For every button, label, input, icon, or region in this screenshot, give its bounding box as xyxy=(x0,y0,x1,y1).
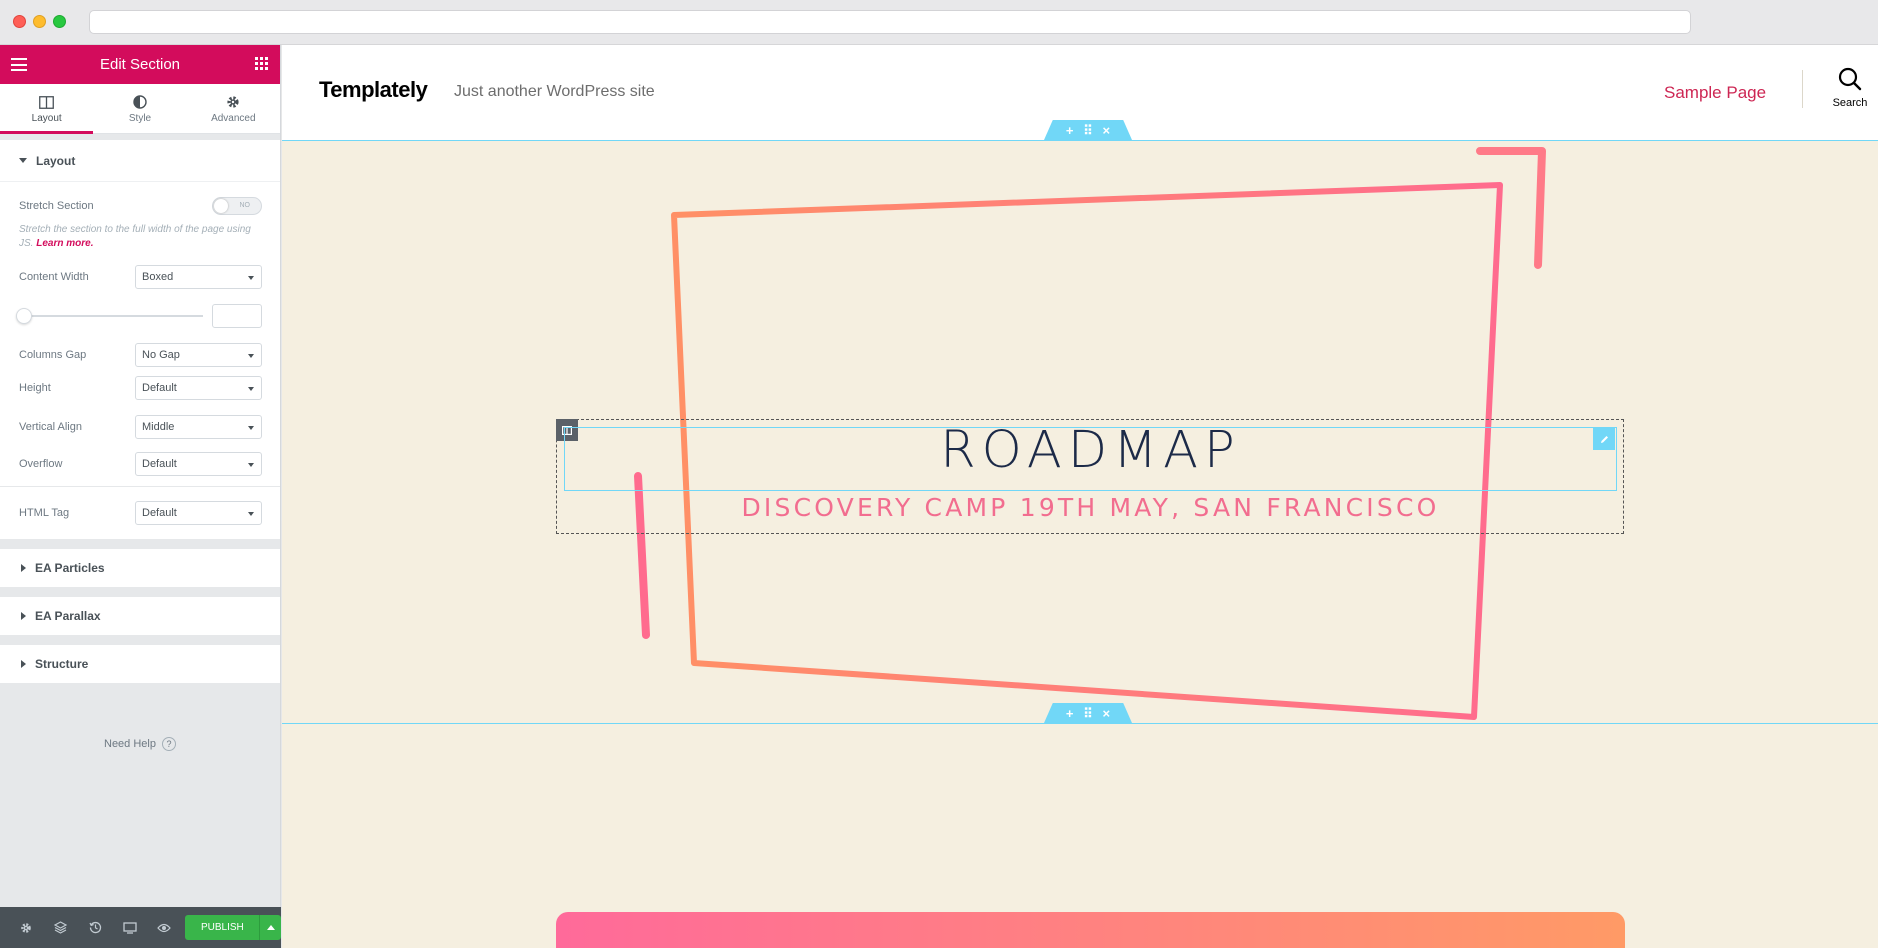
content-width-input[interactable] xyxy=(212,304,262,328)
structure-title: Structure xyxy=(35,657,89,671)
tab-layout[interactable]: Layout xyxy=(0,84,94,134)
section-handle-bottom[interactable]: + ⠿ × xyxy=(1044,703,1132,723)
site-tagline: Just another WordPress site xyxy=(454,83,655,100)
publish-button[interactable]: PUBLISH xyxy=(185,915,260,940)
preview-eye-icon[interactable] xyxy=(147,907,181,948)
tab-advanced[interactable]: Advanced xyxy=(187,84,280,133)
tab-layout-label: Layout xyxy=(31,113,62,124)
gear-icon xyxy=(187,93,280,111)
section-handle-top[interactable]: + ⠿ × xyxy=(1044,120,1132,140)
edit-widget-button[interactable] xyxy=(1593,428,1615,450)
caret-right-icon xyxy=(21,612,26,620)
close-window-button[interactable] xyxy=(13,15,26,28)
widgets-grid-icon[interactable] xyxy=(255,57,268,70)
tab-style[interactable]: Style xyxy=(93,84,186,133)
caret-down-icon xyxy=(19,158,27,163)
panel-header: Edit Section xyxy=(0,45,280,84)
layout-section-title: Layout xyxy=(36,153,76,168)
need-help-label: Need Help xyxy=(104,738,156,750)
hero-subheading[interactable]: DISCOVERY CAMP 19TH MAY, SAN FRANCISCO xyxy=(564,493,1617,522)
publish-options-button[interactable] xyxy=(259,915,281,940)
navigator-layers-icon[interactable] xyxy=(43,907,77,948)
toggle-state-text: NO xyxy=(239,201,251,209)
settings-icon[interactable] xyxy=(9,907,43,948)
panel-title: Edit Section xyxy=(99,56,181,73)
content-width-select[interactable]: Boxed xyxy=(135,265,262,289)
address-bar[interactable] xyxy=(89,10,1691,34)
stretch-section-label: Stretch Section xyxy=(19,199,94,212)
need-help-link[interactable]: Need Help? xyxy=(0,737,280,751)
html-tag-label: HTML Tag xyxy=(19,507,70,519)
responsive-mode-icon[interactable] xyxy=(112,907,146,948)
columns-gap-label: Columns Gap xyxy=(19,349,87,361)
content-width-label: Content Width xyxy=(19,271,89,283)
site-logo[interactable]: Templately xyxy=(319,77,428,103)
drag-section-icon[interactable]: ⠿ xyxy=(1083,707,1093,720)
zoom-window-button[interactable] xyxy=(53,15,66,28)
gradient-banner xyxy=(556,912,1625,948)
tab-advanced-label: Advanced xyxy=(211,113,256,124)
nav-divider xyxy=(1802,70,1803,108)
tab-style-label: Style xyxy=(128,113,152,124)
history-icon[interactable] xyxy=(78,907,112,948)
ea-parallax-section[interactable]: EA Parallax xyxy=(0,597,280,635)
overflow-select[interactable]: Default xyxy=(135,452,262,476)
panel-footer: PUBLISH xyxy=(0,907,281,948)
learn-more-link[interactable]: Learn more. xyxy=(36,238,93,249)
ea-particles-section[interactable]: EA Particles xyxy=(0,549,280,587)
pencil-icon xyxy=(1600,435,1608,443)
caret-up-icon xyxy=(266,925,275,930)
layout-section-header[interactable]: Layout xyxy=(0,140,280,182)
vertical-align-label: Vertical Align xyxy=(19,421,82,433)
ea-parallax-title: EA Parallax xyxy=(35,609,101,623)
window-titlebar xyxy=(0,0,1878,45)
caret-right-icon xyxy=(21,564,26,572)
ea-particles-title: EA Particles xyxy=(35,561,105,575)
vertical-align-select[interactable]: Middle xyxy=(135,415,262,439)
height-label: Height xyxy=(19,382,51,394)
minimize-window-button[interactable] xyxy=(33,15,46,28)
stretch-section-toggle[interactable]: NO xyxy=(212,196,262,215)
delete-section-icon[interactable]: × xyxy=(1103,707,1111,720)
caret-right-icon xyxy=(21,660,26,668)
nav-item-sample-page[interactable]: Sample Page xyxy=(1664,83,1766,103)
html-tag-select[interactable]: Default xyxy=(135,501,262,525)
search-toggle[interactable]: Search xyxy=(1828,67,1872,109)
panel-tabs: Layout Style Advanced xyxy=(0,84,280,134)
hero-heading[interactable]: ROADMAP xyxy=(564,421,1617,480)
editor-panel: Edit Section Layout Style Advanced Layou… xyxy=(0,45,281,948)
next-section[interactable] xyxy=(282,723,1878,948)
help-icon: ? xyxy=(161,737,176,751)
content-width-slider[interactable] xyxy=(16,308,203,324)
delete-section-icon[interactable]: × xyxy=(1103,124,1111,137)
drag-section-icon[interactable]: ⠿ xyxy=(1083,124,1093,137)
add-section-icon[interactable]: + xyxy=(1066,707,1074,720)
search-label: Search xyxy=(1832,97,1868,109)
layout-icon xyxy=(0,93,93,111)
hero-section[interactable]: ROADMAP DISCOVERY CAMP 19TH MAY, SAN FRA… xyxy=(282,140,1878,723)
slider-handle[interactable] xyxy=(16,308,32,324)
columns-gap-select[interactable]: No Gap xyxy=(135,343,262,367)
search-icon xyxy=(1838,67,1862,91)
style-icon xyxy=(93,93,186,111)
height-select[interactable]: Default xyxy=(135,376,262,400)
page-preview: Templately Just another WordPress site S… xyxy=(282,45,1878,948)
structure-section[interactable]: Structure xyxy=(0,645,280,683)
stretch-section-description: Stretch the section to the full width of… xyxy=(19,224,251,249)
overflow-label: Overflow xyxy=(19,458,63,470)
add-section-icon[interactable]: + xyxy=(1066,124,1074,137)
